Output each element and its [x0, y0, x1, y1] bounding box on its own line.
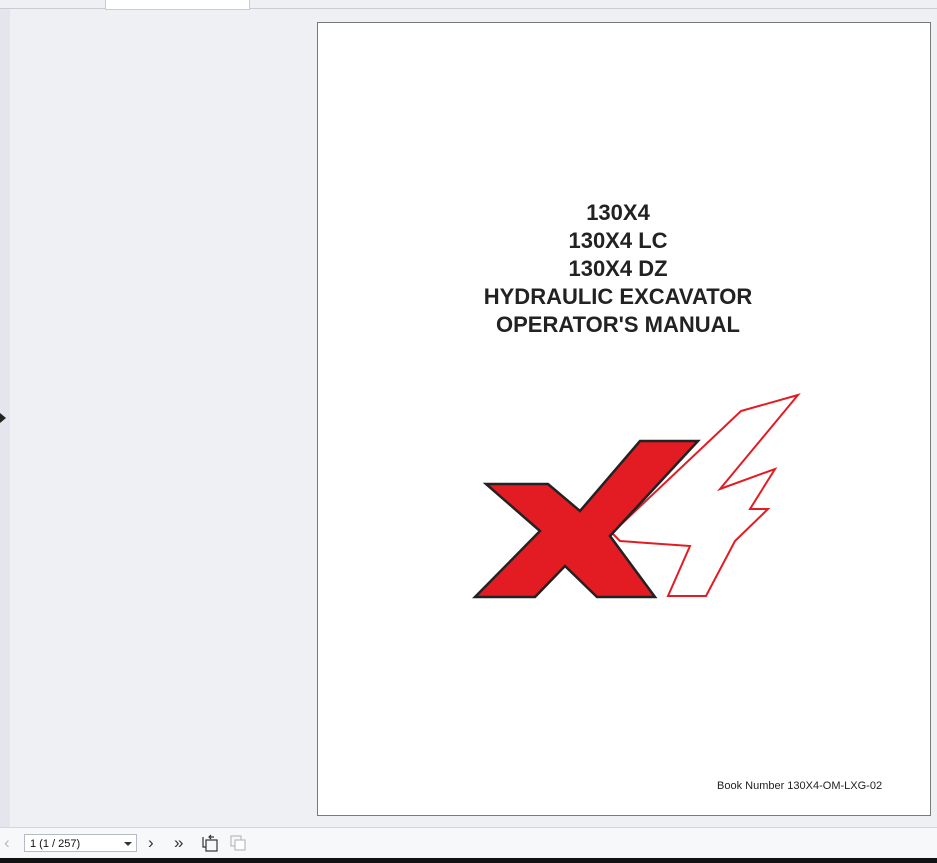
rotate-page-icon[interactable] — [201, 834, 219, 852]
x4-logo — [472, 393, 801, 599]
book-number: Book Number 130X4-OM-LXG-02 — [717, 780, 883, 792]
tab-bar — [0, 0, 937, 10]
document-tab[interactable] — [105, 0, 250, 10]
next-page-button[interactable]: › — [148, 834, 154, 852]
page-view-icon[interactable] — [229, 834, 247, 852]
expand-sidebar-icon[interactable] — [0, 413, 6, 423]
chevron-down-icon — [124, 842, 132, 846]
page-navigation-toolbar: ‹ 1 (1 / 257) › » — [0, 827, 937, 859]
document-page: 130X4 130X4 LC 130X4 DZ HYDRAULIC EXCAVA… — [317, 22, 931, 816]
taskbar-edge — [0, 858, 937, 863]
last-page-button[interactable]: » — [174, 834, 183, 852]
page-select[interactable]: 1 (1 / 257) — [24, 834, 137, 852]
previous-page-button[interactable]: ‹ — [4, 834, 10, 852]
page-select-value: 1 (1 / 257) — [30, 838, 81, 850]
